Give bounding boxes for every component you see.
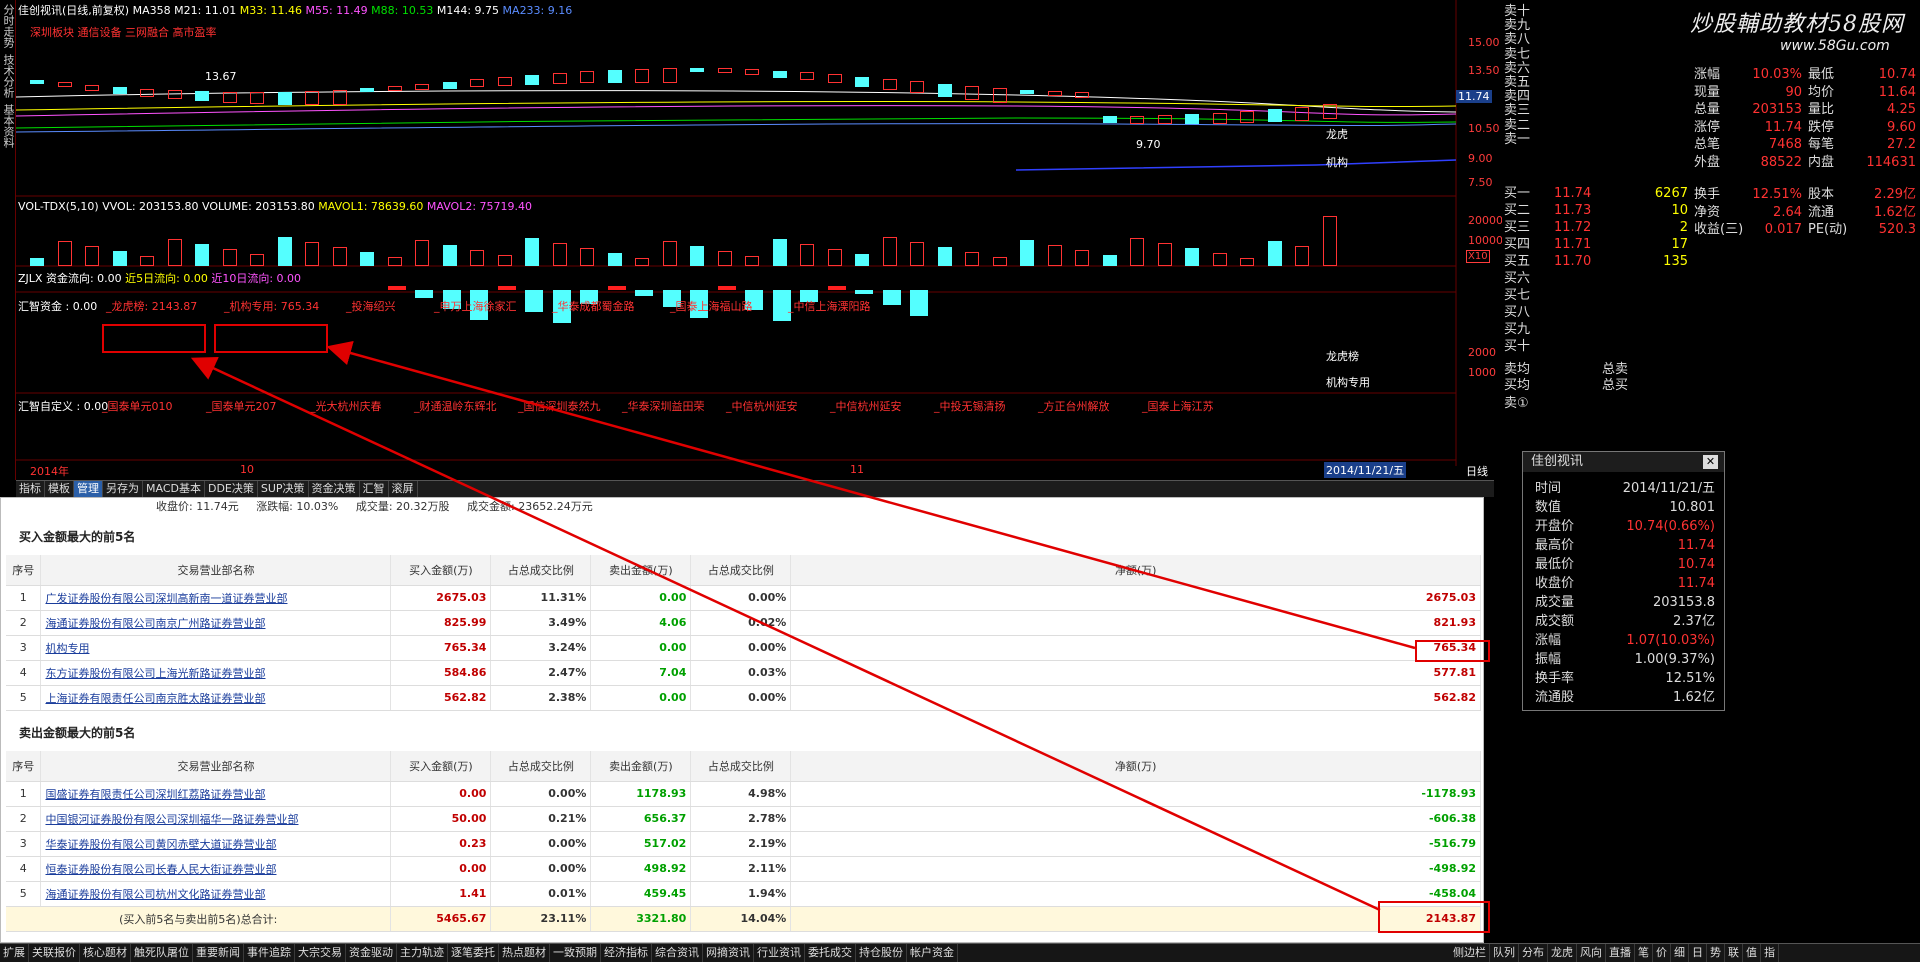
float-row: 振幅 1.00(9.37%) (1535, 651, 1715, 668)
bottom-tab[interactable]: 事件追踪 (244, 944, 295, 962)
float-key: 收盘价 (1535, 576, 1575, 591)
float-row: 开盘价 10.74(0.66%) (1535, 518, 1715, 535)
bottom-right-tab[interactable]: 势 (1707, 944, 1725, 962)
bottom-right-tab[interactable]: 价 (1653, 944, 1671, 962)
bottom-tab[interactable]: 委托成交 (805, 944, 856, 962)
float-value: 1.00(9.37%) (1634, 652, 1715, 667)
close-icon[interactable]: ✕ (1703, 455, 1718, 469)
float-key: 时间 (1535, 481, 1562, 496)
float-key: 涨幅 (1535, 633, 1562, 648)
bottom-tab[interactable]: 大宗交易 (295, 944, 346, 962)
bottom-right-tab[interactable]: 风向 (1577, 944, 1606, 962)
info-float-window[interactable]: 佳创视讯 ✕ 时间 2014/11/21/五数值 10.801 开盘价 10.74(0.… (1522, 451, 1725, 711)
bottom-tab[interactable]: 热点题材 (499, 944, 550, 962)
float-title: 佳创视讯 (1523, 452, 1724, 472)
bottom-tab[interactable]: 资金驱动 (346, 944, 397, 962)
bottom-tab[interactable]: 逐笔委托 (448, 944, 499, 962)
float-row: 流通股 1.62亿 (1535, 689, 1715, 706)
float-value: 11.74 (1677, 576, 1715, 591)
bottom-toolbar: 扩展 关联报价 核心题材 触死队屠位 重要新闻 事件追踪 大宗交易 资金驱动 主力轨迹 逐笔委托热… (0, 943, 1920, 962)
bottom-tabs: 扩展 关联报价 核心题材 触死队屠位 重要新闻 事件追踪 大宗交易 资金驱动 主力轨迹 逐笔委托热… (0, 944, 958, 962)
bottom-right-tabs: 侧边栏 队列 分布 龙虎 风向 直播笔价细日势联值指 (1450, 944, 1779, 962)
bottom-right-tab[interactable]: 值 (1743, 944, 1761, 962)
float-key: 换手率 (1535, 671, 1575, 686)
float-row: 最低价 10.74 (1535, 556, 1715, 573)
float-value: 2014/11/21/五 (1622, 481, 1715, 496)
bottom-tab[interactable]: 经济指标 (601, 944, 652, 962)
bottom-right-tab[interactable]: 直播 (1606, 944, 1635, 962)
bottom-tab[interactable]: 行业资讯 (754, 944, 805, 962)
bottom-right-tab[interactable]: 联 (1725, 944, 1743, 962)
bottom-right-tab[interactable]: 日 (1689, 944, 1707, 962)
bottom-right-tab[interactable]: 细 (1671, 944, 1689, 962)
bottom-right-tab[interactable]: 指 (1761, 944, 1779, 962)
bottom-tab[interactable]: 综合资讯 (652, 944, 703, 962)
float-value: 10.801 (1669, 500, 1716, 515)
float-row: 时间 2014/11/21/五 (1535, 480, 1715, 497)
float-value: 10.74(0.66%) (1626, 519, 1715, 534)
float-value: 1.62亿 (1673, 690, 1715, 705)
bottom-tab[interactable]: 触死队屠位 (131, 944, 193, 962)
bottom-right-tab[interactable]: 龙虎 (1548, 944, 1577, 962)
float-key: 振幅 (1535, 652, 1562, 667)
bottom-tab[interactable]: 扩展 (0, 944, 29, 962)
float-value: 10.74 (1677, 557, 1715, 572)
bottom-tab[interactable]: 重要新闻 (193, 944, 244, 962)
float-key: 成交量 (1535, 595, 1575, 610)
float-row: 收盘价 11.74 (1535, 575, 1715, 592)
float-key: 开盘价 (1535, 519, 1575, 534)
float-key: 最低价 (1535, 557, 1575, 572)
float-row: 换手率 12.51% (1535, 670, 1715, 687)
bottom-tab[interactable]: 网摘资讯 (703, 944, 754, 962)
float-row: 数值 10.801 (1535, 499, 1715, 516)
float-key: 成交额 (1535, 614, 1575, 629)
float-value: 12.51% (1665, 671, 1715, 686)
float-row: 最高价 11.74 (1535, 537, 1715, 554)
float-key: 流通股 (1535, 690, 1575, 705)
bottom-tab[interactable]: 持仓股份 (856, 944, 907, 962)
float-value: 1.07(10.03%) (1626, 633, 1715, 648)
float-value: 11.74 (1677, 538, 1715, 553)
bottom-right-tab[interactable]: 侧边栏 (1450, 944, 1490, 962)
bottom-tab[interactable]: 一致预期 (550, 944, 601, 962)
bottom-tab[interactable]: 主力轨迹 (397, 944, 448, 962)
bottom-tab[interactable]: 帐户资金 (907, 944, 958, 962)
float-value: 2.37亿 (1673, 614, 1715, 629)
float-row: 成交量 203153.8 (1535, 594, 1715, 611)
float-value: 203153.8 (1652, 595, 1715, 610)
bottom-tab[interactable]: 关联报价 (29, 944, 80, 962)
float-key: 数值 (1535, 500, 1562, 515)
float-row: 成交额 2.37亿 (1535, 613, 1715, 630)
bottom-right-tab[interactable]: 分布 (1519, 944, 1548, 962)
bottom-right-tab[interactable]: 队列 (1490, 944, 1519, 962)
float-row: 涨幅 1.07(10.03%) (1535, 632, 1715, 649)
float-key: 最高价 (1535, 538, 1575, 553)
bottom-tab[interactable]: 核心题材 (80, 944, 131, 962)
bottom-right-tab[interactable]: 笔 (1635, 944, 1653, 962)
